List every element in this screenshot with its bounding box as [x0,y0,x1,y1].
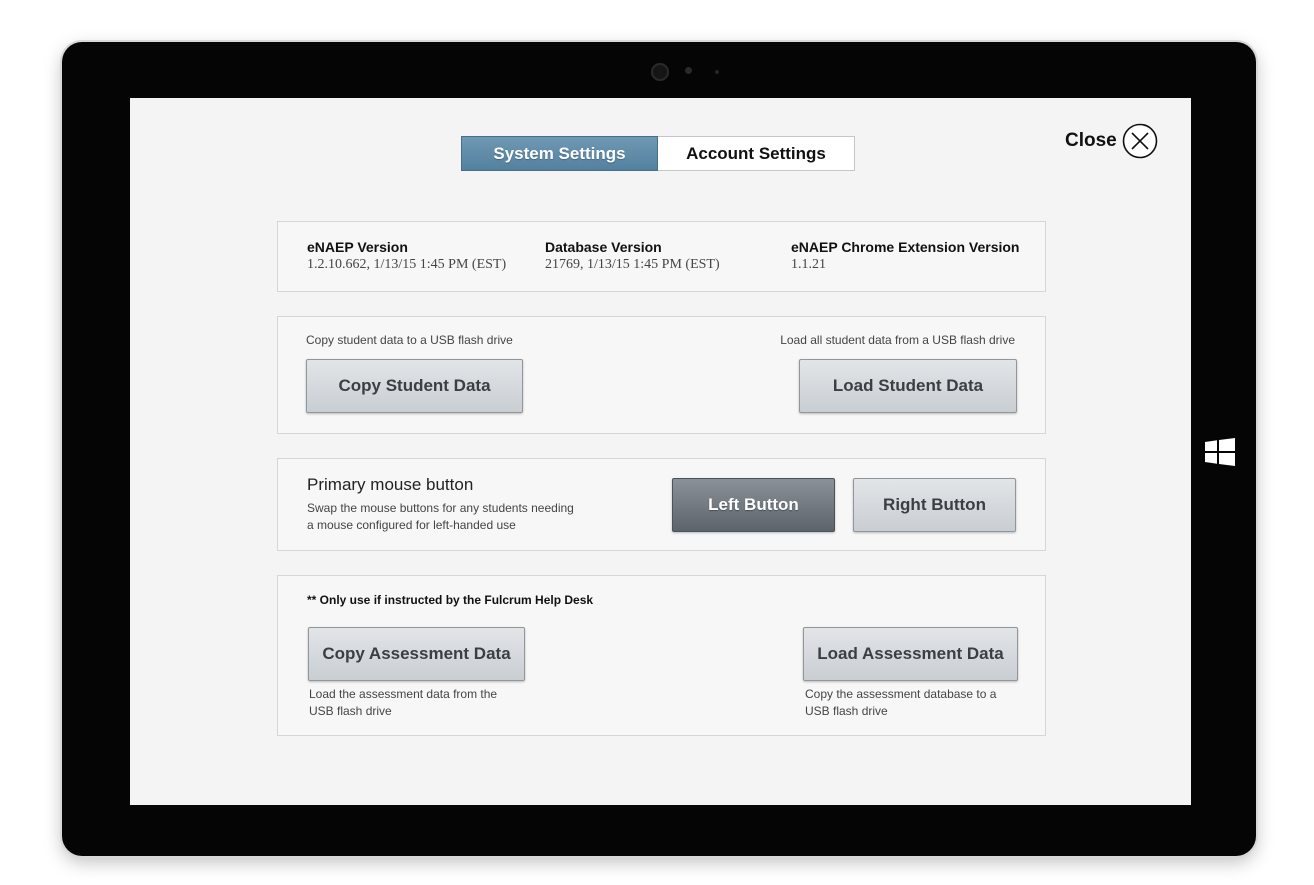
close-label: Close [1065,130,1117,151]
copy-assessment-data-button[interactable]: Copy Assessment Data [308,627,525,681]
right-button-option[interactable]: Right Button [853,478,1016,532]
database-version-title: Database Version [545,239,662,255]
database-version-value: 21769, 1/13/15 1:45 PM (EST) [545,257,720,272]
chrome-extension-version-value: 1.1.21 [791,257,826,272]
load-student-data-button[interactable]: Load Student Data [799,359,1017,413]
copy-assessment-description-line1: Load the assessment data from the [309,687,498,701]
database-version: Database Version 21769, 1/13/15 1:45 PM … [545,239,720,273]
sensor-icon [685,67,692,74]
close-button[interactable]: Close [1065,123,1158,159]
settings-tabs: System Settings Account Settings [461,136,855,171]
load-assessment-description-line1: Copy the assessment database to a [805,687,997,701]
mouse-description-line1: Swap the mouse buttons for any students … [307,501,574,515]
tab-system-settings[interactable]: System Settings [461,136,658,171]
mouse-description-line2: a mouse configured for left-handed use [307,518,516,532]
left-button-option[interactable]: Left Button [672,478,835,532]
help-desk-warning: ** Only use if instructed by the Fulcrum… [307,593,594,607]
settings-screen: System Settings Account Settings Close e… [130,98,1191,805]
enaep-version-value: 1.2.10.662, 1/13/15 1:45 PM (EST) [307,257,507,272]
chrome-extension-version-title: eNAEP Chrome Extension Version [791,239,1020,255]
load-assessment-description-line2: USB flash drive [805,704,888,718]
primary-mouse-title: Primary mouse button [307,475,474,494]
student-data-panel: Copy student data to a USB flash drive C… [277,316,1046,434]
windows-logo-icon[interactable] [1205,438,1235,466]
light-sensor-icon [715,70,719,74]
assessment-panel: ** Only use if instructed by the Fulcrum… [277,575,1046,736]
load-student-description: Load all student data from a USB flash d… [780,333,1015,347]
tab-account-settings[interactable]: Account Settings [658,136,855,171]
camera-icon [651,63,669,81]
chrome-extension-version: eNAEP Chrome Extension Version 1.1.21 [791,239,1019,273]
copy-student-description: Copy student data to a USB flash drive [306,333,513,347]
load-assessment-data-button[interactable]: Load Assessment Data [803,627,1018,681]
mouse-panel: Primary mouse button Swap the mouse butt… [277,458,1046,551]
copy-student-data-button[interactable]: Copy Student Data [306,359,523,413]
copy-assessment-description-line2: USB flash drive [309,704,392,718]
versions-panel: eNAEP Version 1.2.10.662, 1/13/15 1:45 P… [277,221,1046,292]
enaep-version: eNAEP Version 1.2.10.662, 1/13/15 1:45 P… [307,239,506,273]
close-icon[interactable] [1122,123,1158,159]
enaep-version-title: eNAEP Version [307,239,408,255]
